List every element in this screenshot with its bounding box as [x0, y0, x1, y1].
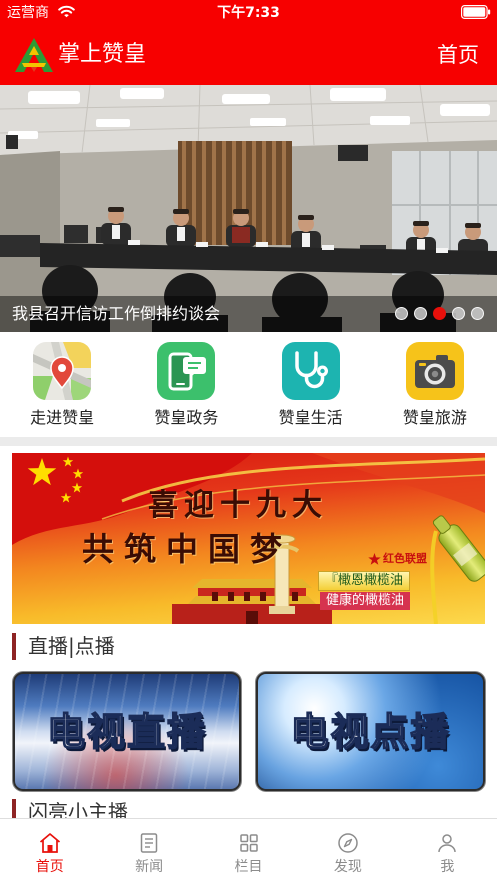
tv-vod-label: 电视点播 [290, 709, 451, 755]
news-icon [140, 833, 158, 853]
app-logo-icon [15, 38, 53, 72]
olive-oil-bottle [432, 515, 485, 582]
tab-bar: 首页 新闻 栏目 发现 我 [0, 818, 497, 883]
ad-slogan-line1: 喜迎十九大 [148, 488, 328, 523]
news-carousel[interactable]: 我县召开信访工作倒排约谈会 [0, 85, 497, 332]
quick-link-life[interactable]: 赞皇生活 [249, 332, 373, 437]
tv-live-card[interactable]: 电视直播 [13, 672, 241, 791]
app-screen: 运营商 下午7:33 掌上赞皇 首页 我县召开信访工作倒排约谈会 走进赞皇 赞皇… [0, 0, 497, 883]
battery-icon [461, 5, 491, 19]
ad-product: 『橄恩橄榄油 [318, 571, 411, 591]
carousel-caption[interactable]: 我县召开信访工作倒排约谈会 [12, 303, 220, 325]
quick-link-label: 赞皇生活 [278, 408, 343, 427]
tab-label: 栏目 [234, 859, 263, 875]
quick-link-travel[interactable]: 赞皇旅游 [373, 332, 497, 437]
tab-columns[interactable]: 栏目 [199, 819, 298, 883]
camera-icon [405, 342, 464, 400]
ad-tagline: 健康的橄榄油 [320, 592, 411, 610]
tab-me[interactable]: 我 [398, 819, 497, 883]
app-title: 掌上赞皇 [58, 42, 147, 67]
tv-vod-card[interactable]: 电视点播 [256, 672, 485, 791]
quick-link-label: 赞皇政务 [154, 408, 219, 427]
carousel-caption-bar: 我县召开信访工作倒排约谈会 [0, 296, 497, 332]
ad-slogan-line2: 共筑中国梦 [82, 530, 293, 568]
carrier-name: 运营商 [7, 5, 49, 21]
home-link[interactable]: 首页 [437, 40, 479, 70]
carousel-dot[interactable] [433, 307, 446, 320]
stethoscope-icon [281, 342, 340, 400]
tab-label: 发现 [333, 859, 362, 875]
status-bar: 运营商 下午7:33 [0, 0, 497, 26]
section-marker [12, 633, 16, 660]
carousel-dot[interactable] [471, 307, 484, 320]
meeting-photo [0, 85, 497, 332]
quick-link-label: 走进赞皇 [30, 408, 95, 427]
carousel-dot[interactable] [414, 307, 427, 320]
home-icon [39, 833, 60, 853]
carousel-dots [395, 307, 484, 321]
tab-label: 我 [440, 859, 455, 875]
tab-label: 新闻 [135, 859, 164, 875]
ad-banner[interactable]: 喜迎十九大 共筑中国梦 红色联盟 『橄恩橄榄油 健康的橄榄油 [12, 453, 485, 624]
section-divider [0, 437, 497, 446]
nav-bar: 掌上赞皇 首页 [0, 28, 497, 85]
phone-chat-icon [157, 342, 216, 400]
quick-link-label: 赞皇旅游 [402, 408, 467, 427]
tab-home[interactable]: 首页 [0, 819, 99, 883]
tab-label: 首页 [35, 859, 64, 875]
tab-discover[interactable]: 发现 [298, 819, 397, 883]
carousel-dot[interactable] [395, 307, 408, 320]
brand-star-icon [368, 553, 381, 565]
tv-live-label: 电视直播 [46, 709, 207, 755]
tiananmen-gate [172, 579, 332, 624]
carousel-dot[interactable] [452, 307, 465, 320]
oil-stream [430, 530, 438, 624]
quick-links: 走进赞皇 赞皇政务 赞皇生活 赞皇旅游 [0, 332, 497, 437]
map-icon [33, 342, 92, 400]
wifi-icon [58, 5, 75, 18]
compass-icon [338, 833, 358, 853]
status-time: 下午7:33 [217, 5, 280, 21]
top-bar: 运营商 下午7:33 掌上赞皇 首页 [0, 0, 497, 85]
grid-icon [239, 834, 258, 852]
ad-brand: 红色联盟 [383, 552, 427, 565]
person-icon [438, 834, 457, 853]
section-title: 直播|点播 [28, 634, 115, 658]
quick-link-government[interactable]: 赞皇政务 [124, 332, 248, 437]
section-header-live: 直播|点播 [12, 633, 312, 660]
quick-link-intro[interactable]: 走进赞皇 [0, 332, 124, 437]
tab-news[interactable]: 新闻 [99, 819, 198, 883]
